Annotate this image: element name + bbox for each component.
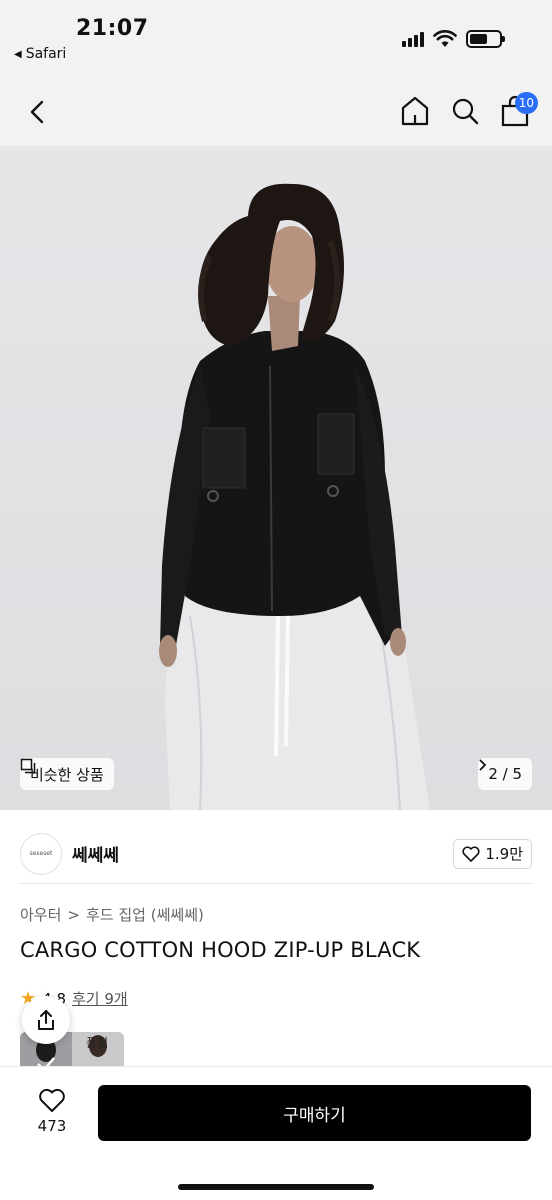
heart-icon — [462, 845, 480, 862]
product-image[interactable]: 비슷한 상품 2 / 5 — [0, 146, 552, 810]
reviews-link[interactable]: 후기 9개 — [72, 988, 128, 1009]
brand-like-count: 1.9만 — [485, 845, 523, 863]
top-nav: 10 — [0, 80, 552, 146]
back-to-safari[interactable]: ◀ Safari — [14, 46, 66, 62]
similar-items-icon — [20, 758, 36, 774]
chevron-left-icon[interactable] — [22, 96, 54, 128]
status-icons — [402, 30, 505, 48]
product-title: CARGO COTTON HOOD ZIP-UP BLACK — [20, 938, 421, 962]
breadcrumb: 아우터 > 후드 집업 (쎄쎄쎄) — [20, 904, 204, 925]
similar-products-label: 비슷한 상품 — [30, 765, 104, 784]
pager-count: 2 / 5 — [488, 765, 522, 783]
cart-button[interactable]: 10 — [500, 92, 538, 128]
model-photo — [159, 183, 430, 810]
buy-button[interactable]: 구매하기 — [98, 1085, 531, 1141]
signal-icon — [402, 31, 424, 47]
wishlist-count: 473 — [37, 1117, 67, 1135]
similar-products-button[interactable]: 비슷한 상품 — [20, 758, 114, 790]
breadcrumb-subcategory[interactable]: 후드 집업 (쎄쎄쎄) — [86, 904, 204, 925]
brand-like-button[interactable]: 1.9만 — [453, 838, 532, 869]
bottom-action-bar: 473 구매하기 — [0, 1066, 552, 1200]
search-icon[interactable] — [450, 94, 480, 128]
heart-icon — [39, 1088, 65, 1112]
share-button[interactable] — [22, 996, 70, 1044]
wifi-icon — [433, 30, 457, 47]
sold-out-label: 품절 — [86, 1036, 109, 1050]
brand-logo[interactable]: seseset — [20, 832, 62, 875]
image-pager[interactable]: 2 / 5 — [478, 758, 532, 790]
home-indicator — [178, 1184, 374, 1190]
back-triangle-icon: ◀ — [14, 48, 22, 60]
home-icon[interactable] — [400, 94, 430, 128]
back-app-label: Safari — [25, 46, 67, 62]
brand-row: seseset 쎄쎄쎄 1.9만 — [20, 824, 532, 884]
status-time: 21:07 — [76, 16, 149, 41]
breadcrumb-category[interactable]: 아우터 — [20, 904, 61, 925]
cart-count-badge: 10 — [514, 92, 538, 114]
breadcrumb-separator: > — [67, 905, 80, 924]
brand-name[interactable]: 쎄쎄쎄 — [72, 841, 119, 866]
share-icon — [38, 1010, 54, 1030]
chevron-right-icon — [479, 759, 487, 771]
battery-icon — [466, 30, 505, 48]
status-bar: 21:07 ◀ Safari — [0, 0, 552, 80]
wishlist-button[interactable]: 473 — [24, 1087, 80, 1135]
brand-logo-text: seseset — [29, 850, 53, 857]
